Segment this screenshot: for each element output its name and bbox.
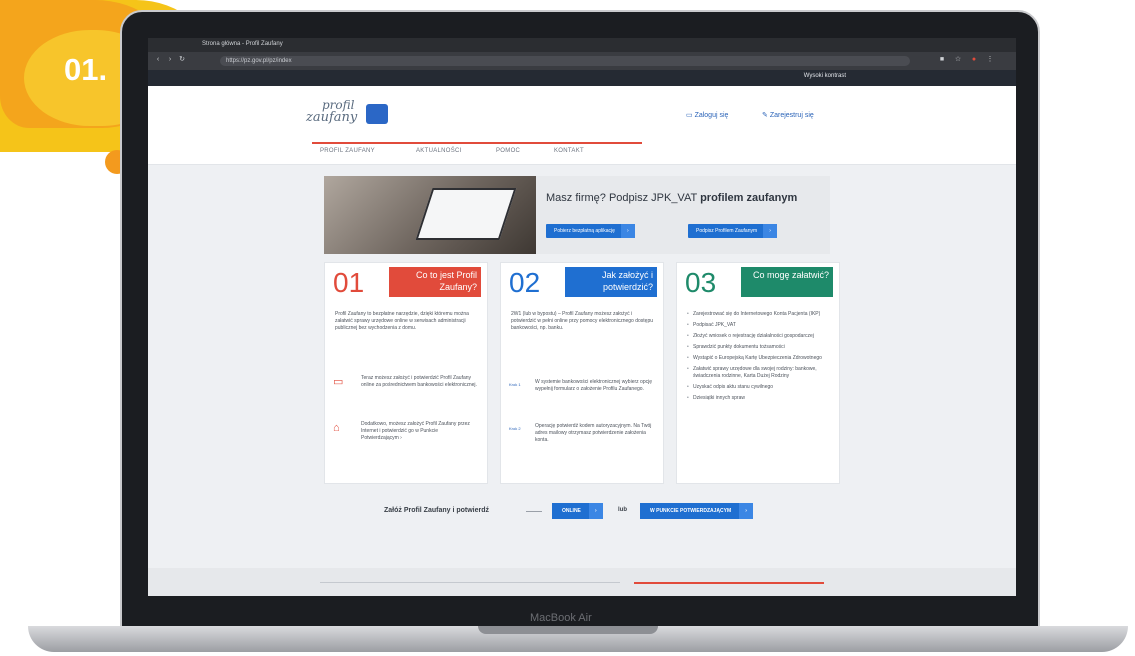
high-contrast-link[interactable]: Wysoki kontrast xyxy=(804,73,846,79)
list-item: Złożyć wniosek o rejestrację działalnośc… xyxy=(687,333,835,340)
browser-tabstrip: Strona główna - Profil Zaufany xyxy=(148,38,1016,52)
cta-divider xyxy=(526,511,542,512)
banner-headline: Masz firmę? Podpisz JPK_VAT profilem zau… xyxy=(546,192,797,204)
back-icon[interactable]: ‹ xyxy=(154,56,162,64)
cta-row: Załóż Profil Zaufany i potwierdź ONLINE … xyxy=(148,498,1016,528)
column-intro-text: Profil Zaufany to bezpłatne narzędzie, d… xyxy=(335,311,469,331)
list-item: Załatwić sprawy urzędowe dla swojej rodz… xyxy=(687,366,835,380)
footer-divider xyxy=(320,582,620,583)
confirmation-point-button[interactable]: W PUNKCIE POTWIERDZAJĄCYM › xyxy=(640,503,754,519)
banner-text-prefix: Masz firmę? Podpisz JPK_VAT xyxy=(546,192,701,204)
column-label: Jak założyć i potwierdzić? xyxy=(565,267,657,297)
online-button[interactable]: ONLINE › xyxy=(552,503,603,519)
download-app-button[interactable]: Pobierz bezpłatną aplikację › xyxy=(546,224,635,238)
extension-icon[interactable]: ■ xyxy=(938,56,946,64)
column-intro-text: 2W1 (lub w bypostu) – Profil Zaufany moż… xyxy=(511,311,654,331)
logo-mark-icon xyxy=(366,104,388,124)
step-label: Krok 1 xyxy=(509,382,521,387)
download-app-label: Pobierz bezpłatną aplikację xyxy=(554,228,615,234)
column-number: 02 xyxy=(509,267,541,298)
service-list: Zarejestrować się do Internetowego Konta… xyxy=(687,311,835,406)
laptop-notch xyxy=(478,626,658,634)
menu-icon[interactable]: ⋮ xyxy=(986,56,994,64)
forward-icon[interactable]: › xyxy=(166,56,174,64)
chevron-right-icon: › xyxy=(588,503,603,519)
list-item: Podpisać JPK_VAT xyxy=(687,322,835,329)
column-label: Co mogę załatwić? xyxy=(741,267,833,297)
cta-or: lub xyxy=(618,507,627,513)
register-link-label: Zarejestruj się xyxy=(769,112,814,119)
chevron-right-icon: › xyxy=(620,224,635,238)
chevron-right-icon: › xyxy=(763,224,778,238)
banner-laptop-image xyxy=(415,188,517,240)
column-label: Co to jest Profil Zaufany? xyxy=(389,267,481,297)
info-column-3: 03 Co mogę załatwić? Zarejestrować się d… xyxy=(676,262,840,484)
building-icon: ⌂ xyxy=(333,422,340,434)
laptop-screen: Strona główna - Profil Zaufany ‹ › ↻ htt… xyxy=(148,38,1016,596)
list-item: Dziesiątki innych spraw xyxy=(687,395,835,402)
site-logo[interactable]: profil zaufany xyxy=(306,98,396,130)
list-item: Zarejestrować się do Internetowego Konta… xyxy=(687,311,835,318)
address-bar[interactable]: https://pz.gov.pl/pz/index xyxy=(220,56,910,66)
step-text: Operację potwierdź kodem autoryzacyjnym.… xyxy=(535,423,652,443)
record-icon[interactable]: ● xyxy=(970,56,978,64)
sign-with-pz-button[interactable]: Podpisz Profilem Zaufanym › xyxy=(688,224,778,238)
login-link-label: Zaloguj się xyxy=(694,112,729,119)
register-link[interactable]: ✎ Zarejestruj się xyxy=(762,111,814,119)
column-number: 01 xyxy=(333,267,365,298)
nav-item-pomoc[interactable]: POMOC xyxy=(496,148,520,154)
chevron-right-icon: › xyxy=(739,503,754,519)
site-header: profil zaufany ▭ Zaloguj się ✎ Zarejestr… xyxy=(148,86,1016,143)
nav-item-aktualnosci[interactable]: AKTUALNOŚCI xyxy=(416,148,462,154)
promo-banner: Masz firmę? Podpisz JPK_VAT profilem zau… xyxy=(324,176,830,254)
nav-accent-line xyxy=(312,142,642,144)
nav-item-profil[interactable]: PROFIL ZAUFANY xyxy=(320,148,375,154)
accessibility-strip: Wysoki kontrast xyxy=(148,70,1016,86)
login-link[interactable]: ▭ Zaloguj się xyxy=(686,111,728,119)
laptop-icon: ▭ xyxy=(333,376,344,388)
online-button-label: ONLINE xyxy=(562,508,581,514)
banner-text-bold: profilem zaufanym xyxy=(700,192,798,204)
nav-item-kontakt[interactable]: KONTAKT xyxy=(554,148,584,154)
list-item: Wystąpić o Europejską Kartę Ubezpieczeni… xyxy=(687,355,835,362)
browser-tab[interactable]: Strona główna - Profil Zaufany xyxy=(202,41,283,47)
badge-number: 01. xyxy=(64,52,108,87)
info-column-2: 02 Jak założyć i potwierdzić? 2W1 (lub w… xyxy=(500,262,664,484)
list-item: Sprawdzić punkty dokumentu tożsamości xyxy=(687,344,835,351)
main-nav: PROFIL ZAUFANY AKTUALNOŚCI POMOC KONTAKT xyxy=(148,142,1016,165)
browser-toolbar: ‹ › ↻ https://pz.gov.pl/pz/index ■ ☆ ● ⋮ xyxy=(148,52,1016,70)
list-item: Uzyskać odpis aktu stanu cywilnego xyxy=(687,384,835,391)
column-number: 03 xyxy=(685,267,717,298)
bookmark-icon[interactable]: ☆ xyxy=(954,56,962,64)
confirmation-point-label: W PUNKCIE POTWIERDZAJĄCYM xyxy=(650,508,732,514)
cta-text: Załóż Profil Zaufany i potwierdź xyxy=(384,507,490,514)
step-text: W systemie bankowości elektronicznej wyb… xyxy=(535,379,652,392)
page-content: profil zaufany ▭ Zaloguj się ✎ Zarejestr… xyxy=(148,86,1016,596)
footer-accent xyxy=(634,582,824,584)
reload-icon[interactable]: ↻ xyxy=(178,56,186,64)
step-label: Krok 2 xyxy=(509,426,521,431)
column-item-text: Teraz możesz założyć i potwierdzić Profi… xyxy=(361,375,477,388)
column-item-text[interactable]: Dodatkowo, możesz założyć Profil Zaufany… xyxy=(361,421,477,442)
logo-line2: zaufany xyxy=(306,110,358,125)
page-footer xyxy=(148,568,1016,596)
laptop-brand: MacBook Air xyxy=(530,612,592,624)
info-column-1: 01 Co to jest Profil Zaufany? Profil Zau… xyxy=(324,262,488,484)
sign-with-pz-label: Podpisz Profilem Zaufanym xyxy=(696,228,758,234)
